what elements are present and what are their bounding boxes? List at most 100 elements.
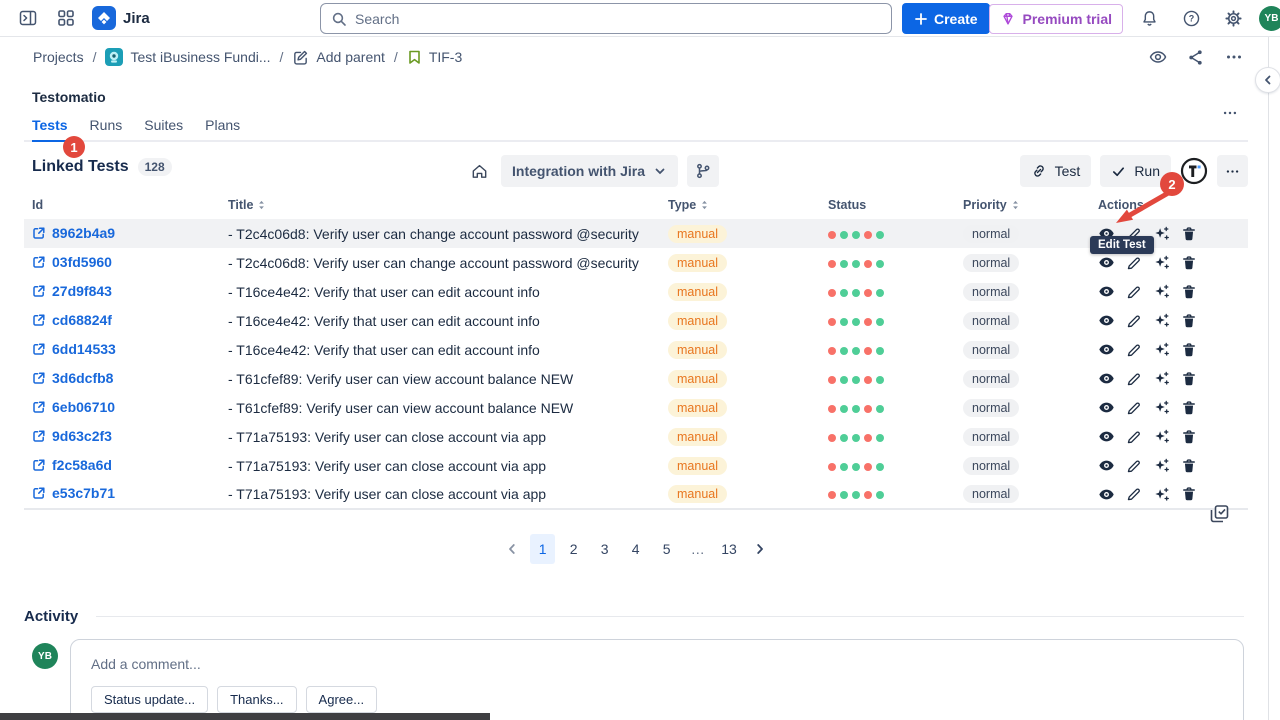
test-id-link[interactable]: 8962b4a9 <box>32 225 115 241</box>
panel-tab[interactable]: Runs <box>90 117 123 142</box>
panel-more-button[interactable] <box>1214 97 1246 129</box>
watch-button[interactable] <box>1143 43 1172 72</box>
test-id-link[interactable]: 27d9f843 <box>32 283 112 299</box>
view-test-button[interactable] <box>1098 428 1115 445</box>
branch-selector[interactable]: Integration with Jira <box>501 155 678 187</box>
delete-test-button[interactable] <box>1181 313 1197 329</box>
delete-test-button[interactable] <box>1181 486 1197 502</box>
comment-input[interactable]: Add a comment... <box>91 656 1223 672</box>
git-branch-button[interactable] <box>687 155 719 187</box>
page-button[interactable]: 13 <box>716 534 742 564</box>
test-id-link[interactable]: 6dd14533 <box>32 341 116 357</box>
table-row[interactable]: 6eb06710 - T61cfef89: Verify user can vi… <box>24 393 1248 422</box>
delete-test-button[interactable] <box>1181 342 1197 358</box>
table-row[interactable]: 03fd5960 - T2c4c06d8: Verify user can ch… <box>24 248 1248 277</box>
test-id-link[interactable]: f2c58a6d <box>32 457 112 473</box>
ai-sparkles-button[interactable] <box>1153 370 1170 387</box>
edit-test-button[interactable] <box>1126 486 1142 502</box>
panel-tab[interactable]: Plans <box>205 117 240 142</box>
ai-sparkles-button[interactable] <box>1153 457 1170 474</box>
test-id-link[interactable]: cd68824f <box>32 312 112 328</box>
quick-reply-button[interactable]: Thanks... <box>217 686 296 713</box>
page-button[interactable]: 4 <box>623 534 648 564</box>
table-row[interactable]: 27d9f843 - T16ce4e42: Verify that user c… <box>24 277 1248 306</box>
delete-test-button[interactable] <box>1181 284 1197 300</box>
table-column-header[interactable]: Title <box>220 194 660 219</box>
sidebar-toggle-button[interactable] <box>12 2 44 34</box>
view-test-button[interactable] <box>1098 486 1115 503</box>
breadcrumb-project[interactable]: Test iBusiness Fundi... <box>105 48 270 66</box>
quick-reply-button[interactable]: Status update... <box>91 686 208 713</box>
premium-trial-button[interactable]: Premium trial <box>989 4 1123 34</box>
settings-button[interactable] <box>1217 3 1249 35</box>
test-id-link[interactable]: 3d6dcfb8 <box>32 370 113 386</box>
ai-sparkles-button[interactable] <box>1153 254 1170 271</box>
create-button[interactable]: Create <box>902 3 990 34</box>
jira-brand[interactable]: Jira <box>92 6 150 30</box>
edit-test-button[interactable] <box>1126 400 1142 416</box>
table-row[interactable]: 6dd14533 - T16ce4e42: Verify that user c… <box>24 335 1248 364</box>
page-button[interactable]: 2 <box>561 534 586 564</box>
view-test-button[interactable] <box>1098 370 1115 387</box>
user-avatar[interactable]: YB <box>1259 6 1280 31</box>
delete-test-button[interactable] <box>1181 400 1197 416</box>
page-button[interactable]: 5 <box>654 534 679 564</box>
test-id-link[interactable]: 6eb06710 <box>32 399 115 415</box>
toolbar-more-button[interactable] <box>1217 155 1248 187</box>
edit-test-button[interactable] <box>1126 313 1142 329</box>
delete-test-button[interactable] <box>1181 458 1197 474</box>
table-column-header[interactable]: Priority <box>955 194 1090 219</box>
panel-tab[interactable]: Suites <box>144 117 183 142</box>
ai-sparkles-button[interactable] <box>1153 428 1170 445</box>
edit-test-button[interactable] <box>1126 371 1142 387</box>
notifications-button[interactable] <box>1133 3 1165 35</box>
table-row[interactable]: f2c58a6d - T71a75193: Verify user can cl… <box>24 451 1248 480</box>
table-row[interactable]: cd68824f - T16ce4e42: Verify that user c… <box>24 306 1248 335</box>
app-switcher-button[interactable] <box>50 2 82 34</box>
search-input[interactable]: Search <box>320 3 892 34</box>
edit-test-button[interactable] <box>1126 458 1142 474</box>
share-button[interactable] <box>1181 43 1210 72</box>
edit-test-button[interactable] <box>1126 255 1142 271</box>
table-row[interactable]: e53c7b71 - T71a75193: Verify user can cl… <box>24 480 1248 509</box>
breadcrumb-add-parent[interactable]: Add parent <box>292 49 385 66</box>
quick-reply-button[interactable]: Agree... <box>306 686 378 713</box>
home-button[interactable] <box>466 158 492 184</box>
test-id-link[interactable]: 03fd5960 <box>32 254 112 270</box>
ai-sparkles-button[interactable] <box>1153 341 1170 358</box>
view-test-button[interactable] <box>1098 457 1115 474</box>
edit-test-button[interactable] <box>1126 342 1142 358</box>
table-row[interactable]: 8962b4a9 - T2c4c06d8: Verify user can ch… <box>24 219 1248 248</box>
view-test-button[interactable] <box>1098 399 1115 416</box>
table-column-header[interactable]: Type <box>660 194 820 219</box>
bulk-select-button[interactable] <box>1208 503 1230 525</box>
panel-tab[interactable]: Tests <box>32 117 68 142</box>
test-id-link[interactable]: 9d63c2f3 <box>32 428 112 444</box>
view-test-button[interactable] <box>1098 341 1115 358</box>
edit-test-button[interactable] <box>1126 284 1142 300</box>
breadcrumb-issue[interactable]: TIF-3 <box>407 49 462 65</box>
help-button[interactable]: ? <box>1175 3 1207 35</box>
breadcrumb-more-button[interactable] <box>1219 43 1248 72</box>
delete-test-button[interactable] <box>1181 429 1197 445</box>
view-test-button[interactable] <box>1098 312 1115 329</box>
table-row[interactable]: 3d6dcfb8 - T61cfef89: Verify user can vi… <box>24 364 1248 393</box>
test-id-link[interactable]: e53c7b71 <box>32 485 115 501</box>
view-test-button[interactable] <box>1098 283 1115 300</box>
delete-test-button[interactable] <box>1181 371 1197 387</box>
delete-test-button[interactable] <box>1181 255 1197 271</box>
panel-collapse-button[interactable] <box>1255 67 1280 93</box>
link-test-button[interactable]: Test <box>1020 155 1092 187</box>
prev-page-button[interactable] <box>499 534 524 564</box>
view-test-button[interactable] <box>1098 254 1115 271</box>
ai-sparkles-button[interactable] <box>1153 399 1170 416</box>
ai-sparkles-button[interactable] <box>1153 283 1170 300</box>
breadcrumb-projects[interactable]: Projects <box>33 49 84 65</box>
edit-test-button[interactable] <box>1126 429 1142 445</box>
testomatio-logo-button[interactable] <box>1180 157 1208 185</box>
page-button[interactable]: 1 <box>530 534 555 564</box>
ai-sparkles-button[interactable] <box>1153 486 1170 503</box>
page-button[interactable]: 3 <box>592 534 617 564</box>
ai-sparkles-button[interactable] <box>1153 312 1170 329</box>
comment-box[interactable]: Add a comment... Status update... Thanks.… <box>70 639 1244 720</box>
